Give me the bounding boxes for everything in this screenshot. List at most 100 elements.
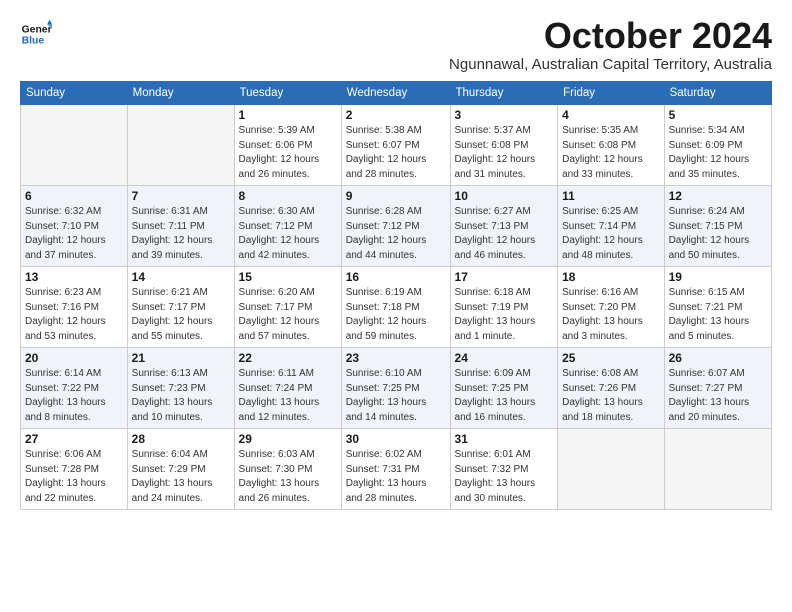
day-number: 2 <box>346 108 446 122</box>
calendar-cell: 14 Sunrise: 6:21 AM Sunset: 7:17 PM Dayli… <box>127 267 234 348</box>
calendar-week-row: 20Sunrise: 6:14 AM Sunset: 7:22 PM Dayli… <box>21 348 772 429</box>
title-block: October 2024 Ngunnawal, Australian Capit… <box>449 18 772 73</box>
logo-icon: General Blue <box>20 18 52 50</box>
calendar-cell <box>21 105 128 186</box>
day-number: 7 <box>132 189 230 203</box>
day-number: 24 <box>455 351 554 365</box>
day-info: Sunrise: 6:10 AM Sunset: 7:25 PM Dayligh… <box>346 367 446 425</box>
day-info: Sunrise: 6:28 AM Sunset: 7:12 PM Dayligh… <box>346 205 446 263</box>
day-number: 30 <box>346 432 446 446</box>
col-saturday: Saturday <box>664 82 771 105</box>
calendar-cell: 6 Sunrise: 6:32 AM Sunset: 7:10 PM Daylig… <box>21 186 128 267</box>
day-number: 28 <box>132 432 230 446</box>
day-number: 16 <box>346 270 446 284</box>
day-number: 22 <box>239 351 337 365</box>
calendar-cell: 15 Sunrise: 6:20 AM Sunset: 7:17 PM Dayli… <box>234 267 341 348</box>
day-number: 14 <box>132 270 230 284</box>
day-info: Sunrise: 6:06 AM Sunset: 7:28 PM Dayligh… <box>25 448 123 506</box>
col-tuesday: Tuesday <box>234 82 341 105</box>
day-number: 3 <box>455 108 554 122</box>
calendar-cell: 19Sunrise: 6:15 AM Sunset: 7:21 PM Dayli… <box>664 267 771 348</box>
calendar-cell: 7Sunrise: 6:31 AM Sunset: 7:11 PM Daylig… <box>127 186 234 267</box>
calendar-cell: 31Sunrise: 6:01 AM Sunset: 7:32 PM Dayli… <box>450 429 558 510</box>
calendar-cell: 30 Sunrise: 6:02 AM Sunset: 7:31 PM Dayli… <box>341 429 450 510</box>
day-number: 17 <box>455 270 554 284</box>
day-info: Sunrise: 6:24 AM Sunset: 7:15 PM Dayligh… <box>669 205 767 263</box>
day-number: 10 <box>455 189 554 203</box>
calendar-cell: 23 Sunrise: 6:10 AM Sunset: 7:25 PM Dayli… <box>341 348 450 429</box>
calendar-week-row: 1Sunrise: 5:39 AM Sunset: 6:06 PM Daylig… <box>21 105 772 186</box>
calendar-cell: 26 Sunrise: 6:07 AM Sunset: 7:27 PM Dayli… <box>664 348 771 429</box>
calendar-cell: 24Sunrise: 6:09 AM Sunset: 7:25 PM Dayli… <box>450 348 558 429</box>
calendar-cell: 4 Sunrise: 5:35 AM Sunset: 6:08 PM Daylig… <box>558 105 664 186</box>
month-title: October 2024 <box>449 18 772 54</box>
day-info: Sunrise: 6:32 AM Sunset: 7:10 PM Dayligh… <box>25 205 123 263</box>
location-subtitle: Ngunnawal, Australian Capital Territory,… <box>449 56 772 73</box>
day-number: 18 <box>562 270 659 284</box>
calendar-cell: 12 Sunrise: 6:24 AM Sunset: 7:15 PM Dayli… <box>664 186 771 267</box>
day-number: 4 <box>562 108 659 122</box>
day-info: Sunrise: 5:37 AM Sunset: 6:08 PM Dayligh… <box>455 124 554 182</box>
header: General Blue October 2024 Ngunnawal, Aus… <box>20 18 772 73</box>
day-number: 26 <box>669 351 767 365</box>
day-number: 6 <box>25 189 123 203</box>
day-number: 11 <box>562 189 659 203</box>
calendar-cell: 11 Sunrise: 6:25 AM Sunset: 7:14 PM Dayli… <box>558 186 664 267</box>
day-number: 29 <box>239 432 337 446</box>
day-number: 15 <box>239 270 337 284</box>
page: General Blue October 2024 Ngunnawal, Aus… <box>0 0 792 520</box>
calendar-cell: 3 Sunrise: 5:37 AM Sunset: 6:08 PM Daylig… <box>450 105 558 186</box>
calendar-cell: 22 Sunrise: 6:11 AM Sunset: 7:24 PM Dayli… <box>234 348 341 429</box>
day-number: 19 <box>669 270 767 284</box>
calendar-cell: 18Sunrise: 6:16 AM Sunset: 7:20 PM Dayli… <box>558 267 664 348</box>
calendar-cell: 2 Sunrise: 5:38 AM Sunset: 6:07 PM Daylig… <box>341 105 450 186</box>
day-number: 20 <box>25 351 123 365</box>
day-info: Sunrise: 6:03 AM Sunset: 7:30 PM Dayligh… <box>239 448 337 506</box>
calendar-cell: 5Sunrise: 5:34 AM Sunset: 6:09 PM Daylig… <box>664 105 771 186</box>
day-number: 25 <box>562 351 659 365</box>
day-info: Sunrise: 5:35 AM Sunset: 6:08 PM Dayligh… <box>562 124 659 182</box>
day-info: Sunrise: 6:02 AM Sunset: 7:31 PM Dayligh… <box>346 448 446 506</box>
day-number: 9 <box>346 189 446 203</box>
calendar-cell: 10 Sunrise: 6:27 AM Sunset: 7:13 PM Dayli… <box>450 186 558 267</box>
day-number: 21 <box>132 351 230 365</box>
calendar-cell: 20Sunrise: 6:14 AM Sunset: 7:22 PM Dayli… <box>21 348 128 429</box>
day-info: Sunrise: 6:21 AM Sunset: 7:17 PM Dayligh… <box>132 286 230 344</box>
day-info: Sunrise: 6:27 AM Sunset: 7:13 PM Dayligh… <box>455 205 554 263</box>
calendar-cell <box>664 429 771 510</box>
calendar-cell: 8 Sunrise: 6:30 AM Sunset: 7:12 PM Daylig… <box>234 186 341 267</box>
day-info: Sunrise: 6:23 AM Sunset: 7:16 PM Dayligh… <box>25 286 123 344</box>
day-info: Sunrise: 6:20 AM Sunset: 7:17 PM Dayligh… <box>239 286 337 344</box>
col-wednesday: Wednesday <box>341 82 450 105</box>
day-number: 12 <box>669 189 767 203</box>
header-row: Sunday Monday Tuesday Wednesday Thursday… <box>21 82 772 105</box>
calendar-cell: 16Sunrise: 6:19 AM Sunset: 7:18 PM Dayli… <box>341 267 450 348</box>
day-info: Sunrise: 6:07 AM Sunset: 7:27 PM Dayligh… <box>669 367 767 425</box>
calendar-cell: 27Sunrise: 6:06 AM Sunset: 7:28 PM Dayli… <box>21 429 128 510</box>
day-number: 13 <box>25 270 123 284</box>
day-info: Sunrise: 6:01 AM Sunset: 7:32 PM Dayligh… <box>455 448 554 506</box>
day-info: Sunrise: 6:13 AM Sunset: 7:23 PM Dayligh… <box>132 367 230 425</box>
svg-text:General: General <box>22 24 52 35</box>
day-number: 1 <box>239 108 337 122</box>
calendar-cell: 13 Sunrise: 6:23 AM Sunset: 7:16 PM Dayli… <box>21 267 128 348</box>
day-number: 8 <box>239 189 337 203</box>
day-info: Sunrise: 6:11 AM Sunset: 7:24 PM Dayligh… <box>239 367 337 425</box>
calendar-cell: 1Sunrise: 5:39 AM Sunset: 6:06 PM Daylig… <box>234 105 341 186</box>
calendar-cell <box>558 429 664 510</box>
svg-text:Blue: Blue <box>22 36 45 47</box>
day-info: Sunrise: 6:18 AM Sunset: 7:19 PM Dayligh… <box>455 286 554 344</box>
calendar-cell: 28 Sunrise: 6:04 AM Sunset: 7:29 PM Dayli… <box>127 429 234 510</box>
day-info: Sunrise: 6:30 AM Sunset: 7:12 PM Dayligh… <box>239 205 337 263</box>
day-info: Sunrise: 6:25 AM Sunset: 7:14 PM Dayligh… <box>562 205 659 263</box>
calendar-cell: 21 Sunrise: 6:13 AM Sunset: 7:23 PM Dayli… <box>127 348 234 429</box>
day-info: Sunrise: 6:04 AM Sunset: 7:29 PM Dayligh… <box>132 448 230 506</box>
calendar-table: Sunday Monday Tuesday Wednesday Thursday… <box>20 81 772 510</box>
calendar-cell: 25Sunrise: 6:08 AM Sunset: 7:26 PM Dayli… <box>558 348 664 429</box>
day-number: 23 <box>346 351 446 365</box>
day-info: Sunrise: 5:38 AM Sunset: 6:07 PM Dayligh… <box>346 124 446 182</box>
col-thursday: Thursday <box>450 82 558 105</box>
col-sunday: Sunday <box>21 82 128 105</box>
day-info: Sunrise: 5:34 AM Sunset: 6:09 PM Dayligh… <box>669 124 767 182</box>
calendar-cell: 29 Sunrise: 6:03 AM Sunset: 7:30 PM Dayli… <box>234 429 341 510</box>
